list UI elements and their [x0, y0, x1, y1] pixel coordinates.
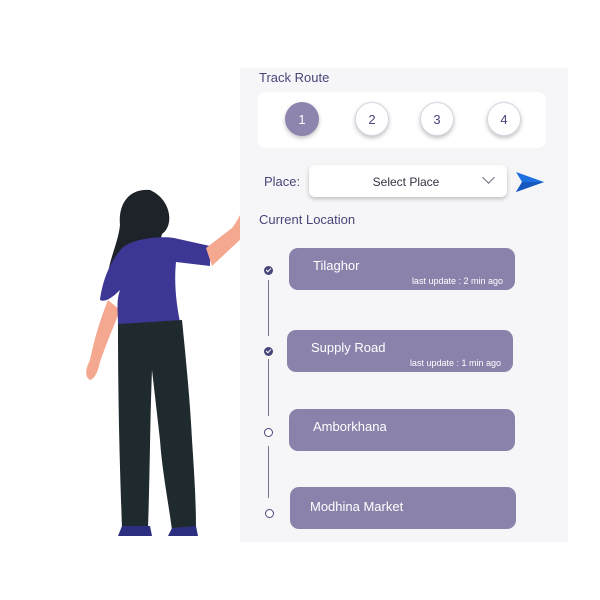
location-name: Supply Road — [311, 340, 386, 355]
check-icon — [264, 266, 273, 275]
step-1[interactable]: 1 — [285, 102, 319, 136]
step-3[interactable]: 3 — [420, 102, 454, 136]
location-card[interactable]: Amborkhana — [289, 409, 515, 451]
location-name: Amborkhana — [313, 419, 387, 434]
circle-icon — [264, 428, 273, 437]
last-update-text: last update : 1 min ago — [409, 358, 501, 368]
left-shoe — [118, 526, 152, 536]
page-title: Track Route — [259, 70, 330, 85]
trousers — [118, 320, 196, 530]
chevron-down-icon — [482, 171, 495, 184]
timeline-connector — [268, 359, 269, 416]
timeline-connector — [268, 280, 269, 336]
timeline-connector — [268, 446, 269, 498]
send-icon[interactable] — [515, 170, 545, 194]
last-update-text: last update : 2 min ago — [411, 276, 503, 286]
circle-icon — [265, 509, 274, 518]
location-name: Modhina Market — [310, 499, 404, 514]
location-card[interactable]: Modhina Market — [290, 487, 516, 529]
back-arm — [86, 300, 120, 380]
location-name: Tilaghor — [313, 258, 360, 273]
location-card[interactable]: Tilaghor last update : 2 min ago — [289, 248, 515, 290]
location-card[interactable]: Supply Road last update : 1 min ago — [287, 330, 513, 372]
current-location-label: Current Location — [259, 212, 356, 227]
place-label: Place: — [264, 174, 301, 189]
check-icon — [264, 347, 273, 356]
step-2[interactable]: 2 — [355, 102, 389, 136]
place-select-value: Select Place — [372, 175, 440, 189]
place-select[interactable]: Select Place — [309, 165, 507, 197]
step-4[interactable]: 4 — [487, 102, 521, 136]
